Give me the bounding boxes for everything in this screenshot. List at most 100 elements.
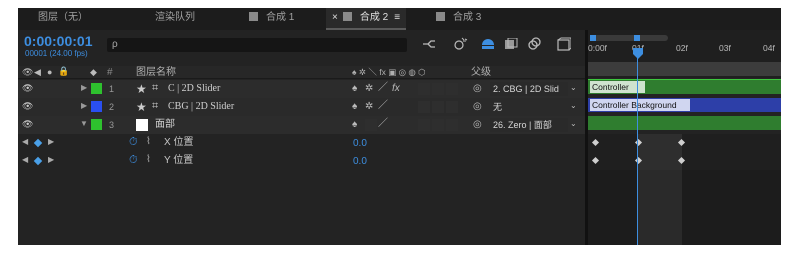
keyframe-icon[interactable] (591, 156, 600, 165)
layer-track[interactable] (588, 116, 781, 130)
layer-row[interactable]: 👁 ▶ 1 ★ ⌗ C | 2D Slider ♠ ✲ ／ fx ◎ 2. CB… (18, 80, 588, 98)
navigator-end-handle[interactable] (634, 35, 640, 41)
layer-track[interactable]: Controller Background (588, 98, 781, 112)
switch-box[interactable] (418, 119, 430, 131)
switch-box[interactable] (418, 101, 430, 113)
timecode[interactable]: 0:00:00:01 (24, 34, 93, 48)
label-color-swatch[interactable] (91, 101, 102, 112)
stopwatch-icon[interactable]: ⏱ (129, 155, 138, 166)
stopwatch-icon[interactable]: ⏱ (129, 137, 138, 148)
property-value[interactable]: 0.0 (353, 139, 367, 149)
shy-layer-icon[interactable] (452, 36, 468, 53)
tab-layer[interactable]: 图层（无） (38, 8, 88, 30)
chevron-down-icon[interactable]: ⌄ (570, 120, 577, 128)
lock-column-icon[interactable]: 🔒 (58, 67, 69, 76)
prev-keyframe-icon[interactable]: ◀ (22, 156, 28, 164)
graph-icon[interactable]: ⌇ (146, 137, 151, 147)
tab-close-icon[interactable]: × (332, 12, 338, 23)
layer-column-header: 👁 ◀ ● 🔒 ◆ # 图层名称 ♠ ✲ ＼ fx ▣ ◎ ◍ ⬡ 父级 (18, 66, 588, 79)
audio-column-icon[interactable]: ◀ (34, 68, 41, 77)
next-keyframe-icon[interactable]: ▶ (48, 138, 54, 146)
property-row[interactable]: ◀ ▶ ⏱ ⌇ X 位置 0.0 (18, 134, 588, 152)
motion-blur-icon[interactable] (504, 37, 518, 53)
layer-track[interactable]: Controller (588, 80, 781, 94)
property-row[interactable]: ◀ ▶ ⏱ ⌇ Y 位置 0.0 (18, 152, 588, 170)
layer-name[interactable]: CBG | 2D Slider (168, 102, 234, 112)
switch-box[interactable] (432, 83, 444, 95)
tab-render-queue[interactable]: 渲染队列 (155, 8, 195, 30)
layer-bar-label[interactable]: Controller Background (590, 99, 690, 111)
layer-row[interactable]: 👁 ▼ 3 面部 ♠ ／ ◎ 26. Zero | 面部 ⌄ (18, 116, 588, 134)
expand-arrow-icon[interactable]: ▶ (81, 102, 87, 110)
label-color-swatch[interactable] (91, 83, 102, 94)
ruler-label: 04f (763, 43, 775, 53)
draft-3d-icon[interactable] (557, 37, 572, 54)
parent-dropdown[interactable]: 2. CBG | 2D Slid (490, 82, 568, 96)
keyframe-track[interactable] (588, 134, 781, 152)
collapse-switch-icon[interactable]: ✲ (365, 84, 373, 94)
graph-editor-icon[interactable] (527, 37, 541, 54)
parent-dropdown[interactable]: 无 (490, 100, 568, 114)
pickwhip-icon[interactable]: ◎ (473, 102, 482, 112)
navigator-start-handle[interactable] (590, 35, 596, 41)
switch-box[interactable] (432, 101, 444, 113)
switch-box[interactable] (446, 83, 458, 95)
chevron-down-icon[interactable]: ⌄ (570, 102, 577, 110)
timeline-empty-area (588, 170, 781, 245)
playhead-handle[interactable] (632, 48, 644, 60)
collapse-arrow-icon[interactable]: ▼ (80, 120, 88, 128)
pickwhip-icon[interactable]: ◎ (473, 120, 482, 130)
quality-switch-icon[interactable]: ／ (378, 101, 388, 111)
parent-header[interactable]: 父级 (471, 68, 491, 78)
next-keyframe-icon[interactable]: ▶ (48, 156, 54, 164)
switch-box[interactable] (432, 119, 444, 131)
graph-icon[interactable]: ⌇ (146, 155, 151, 165)
pickwhip-icon[interactable]: ◎ (473, 84, 482, 94)
parent-dropdown[interactable]: 26. Zero | 面部 (490, 118, 568, 132)
switch-box[interactable] (446, 119, 458, 131)
expand-arrow-icon[interactable]: ▶ (81, 84, 87, 92)
graph-flow-icon[interactable] (422, 38, 436, 53)
label-column-icon[interactable]: ◆ (90, 68, 97, 77)
search-input[interactable]: ρ (107, 38, 407, 52)
switch-box[interactable] (446, 101, 458, 113)
search-icon: ρ (112, 39, 118, 50)
switch-box[interactable] (365, 119, 377, 131)
work-area-bar[interactable] (588, 62, 781, 76)
layer-number: 3 (109, 120, 115, 130)
playhead-line[interactable] (637, 58, 638, 245)
collapse-switch-icon[interactable]: ✲ (365, 102, 373, 112)
eye-icon[interactable]: 👁 (22, 84, 33, 93)
quality-switch-icon[interactable]: ／ (378, 119, 388, 129)
eye-icon[interactable]: 👁 (22, 102, 33, 111)
timeline-panel: 图层（无） 渲染队列 合成 1 × 合成 2 ≡ 合成 3 0:00:00:01 0… (18, 8, 781, 245)
shy-switch-icon[interactable]: ♠ (352, 84, 357, 94)
time-ruler[interactable]: 0:00f 01f 02f 03f 04f (588, 30, 781, 78)
tab-comp-3[interactable]: 合成 3 (436, 8, 481, 30)
solo-column-icon[interactable]: ● (47, 68, 52, 77)
prev-keyframe-icon[interactable]: ◀ (22, 138, 28, 146)
keyframe-toggle-icon[interactable] (33, 138, 43, 148)
shy-switch-icon[interactable]: ♠ (352, 120, 357, 130)
layer-name-header[interactable]: 图层名称 (136, 68, 176, 78)
keyframe-track[interactable] (588, 152, 781, 170)
quality-switch-icon[interactable]: ／ (378, 83, 388, 93)
property-value[interactable]: 0.0 (353, 157, 367, 167)
layer-name[interactable]: C | 2D Slider (168, 84, 220, 94)
keyframe-icon[interactable] (591, 138, 600, 147)
layer-name[interactable]: 面部 (155, 120, 175, 130)
fx-switch-icon[interactable]: fx (392, 84, 400, 94)
frame-blend-icon[interactable] (481, 38, 495, 53)
layer-row[interactable]: 👁 ▶ 2 ★ ⌗ CBG | 2D Slider ♠ ✲ ／ ◎ 无 ⌄ (18, 98, 588, 116)
keyframe-toggle-icon[interactable] (33, 156, 43, 166)
tab-comp-2[interactable]: × 合成 2 ≡ (326, 8, 407, 30)
switch-box[interactable] (418, 83, 430, 95)
visibility-column-icon[interactable]: 👁 (22, 68, 33, 77)
tab-comp-1[interactable]: 合成 1 (249, 8, 294, 30)
chevron-down-icon[interactable]: ⌄ (570, 84, 577, 92)
time-navigator[interactable] (590, 35, 668, 41)
tab-menu-icon[interactable]: ≡ (394, 12, 400, 23)
shy-switch-icon[interactable]: ♠ (352, 102, 357, 112)
eye-icon[interactable]: 👁 (22, 120, 33, 129)
label-color-swatch[interactable] (91, 119, 102, 130)
